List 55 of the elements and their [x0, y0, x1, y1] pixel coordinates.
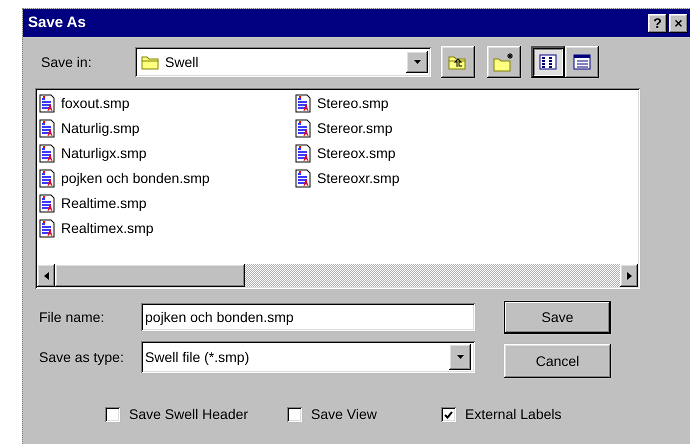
new-folder-icon [493, 52, 515, 72]
left-arrow-icon [44, 272, 48, 280]
up-folder-button[interactable] [441, 46, 475, 78]
file-icon [295, 119, 311, 138]
file-item[interactable]: pojken och bonden.smp [39, 168, 210, 189]
file-item[interactable]: Naturlig.smp [39, 118, 140, 139]
file-icon [39, 219, 55, 238]
close-button[interactable]: × [669, 14, 688, 32]
checkbox-label: External Labels [465, 405, 562, 424]
scroll-right-button[interactable] [620, 264, 638, 287]
checkbox[interactable] [441, 407, 456, 422]
checkbox-label: Save View [311, 405, 377, 424]
check-icon [444, 410, 453, 418]
checkbox[interactable] [105, 407, 120, 422]
list-view-icon [539, 54, 557, 70]
file-icon [295, 144, 311, 163]
dropdown-arrow-button[interactable] [406, 51, 428, 73]
cancel-button[interactable]: Cancel [504, 344, 611, 378]
file-name-field[interactable]: pojken och bonden.smp [141, 303, 475, 331]
save-button[interactable]: Save [504, 301, 611, 334]
details-view-button[interactable] [565, 46, 599, 78]
file-icon [39, 144, 55, 163]
file-icon [295, 169, 311, 188]
file-item[interactable]: Stereoxr.smp [295, 168, 400, 189]
new-folder-button[interactable] [487, 46, 521, 78]
file-item[interactable]: Stereor.smp [295, 118, 392, 139]
dropdown-arrow-button[interactable] [449, 344, 471, 370]
file-icon [39, 194, 55, 213]
scroll-thumb[interactable] [55, 264, 245, 287]
folder-dropdown[interactable]: Swell [135, 47, 431, 77]
file-item[interactable]: Naturligx.smp [39, 143, 147, 164]
file-item[interactable]: Realtimex.smp [39, 218, 154, 239]
save-in-label: Save in: [41, 52, 93, 72]
details-view-icon [573, 54, 591, 70]
file-icon [39, 94, 55, 113]
file-icon [295, 94, 311, 113]
checkbox[interactable] [287, 407, 302, 422]
file-item[interactable]: Stereox.smp [295, 143, 396, 164]
horizontal-scrollbar[interactable] [37, 264, 638, 287]
save-as-type-label: Save as type: [39, 348, 125, 367]
caret-icon [456, 355, 464, 359]
file-item[interactable]: Stereo.smp [295, 93, 389, 114]
file-icon [39, 119, 55, 138]
window-title: Save As [28, 12, 87, 33]
right-arrow-icon [626, 272, 632, 280]
file-item[interactable]: Realtime.smp [39, 193, 147, 214]
checkbox-label: Save Swell Header [129, 405, 248, 424]
file-icon [39, 169, 55, 188]
help-button[interactable]: ? [648, 14, 667, 32]
file-name-label: File name: [39, 308, 106, 326]
list-view-button[interactable] [531, 46, 565, 78]
caret-icon [414, 60, 420, 64]
file-type-dropdown[interactable]: Swell file (*.smp) [141, 341, 475, 373]
scroll-left-button[interactable] [37, 264, 55, 287]
file-item[interactable]: foxout.smp [39, 93, 130, 114]
